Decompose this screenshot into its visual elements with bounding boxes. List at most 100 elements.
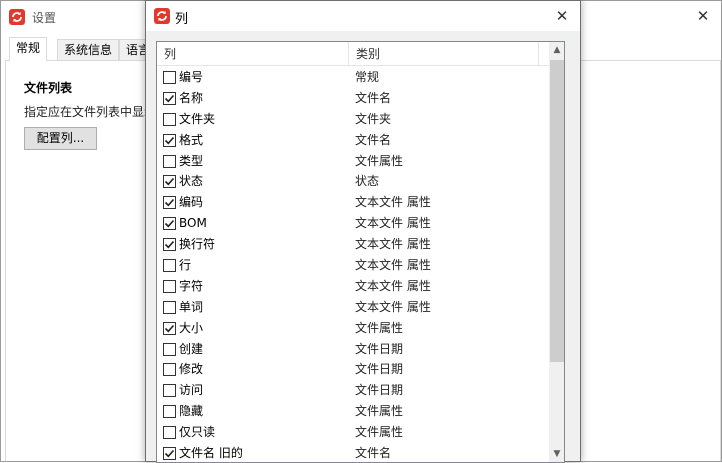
list-item[interactable]: 文件夹 文件夹 [157,109,549,130]
column-category: 文件名 [355,90,392,105]
list-item[interactable]: 大小 文件属性 [157,318,549,339]
column-checkbox-checked[interactable] [163,321,176,335]
column-checkbox-checked[interactable] [163,91,176,105]
columns-list-rows: 编号 常规 名称 文件名 文件夹 文件夹 格式 文件名 类型 文件属性 状态 状… [157,67,549,462]
column-category: 文件夹 [355,111,392,126]
column-name: 编号 [179,70,204,84]
list-item[interactable]: 隐藏 文件属性 [157,401,549,422]
column-checkbox[interactable] [163,71,176,84]
column-name: 类型 [179,153,204,168]
list-item[interactable]: 行 文本文件 属性 [157,255,549,276]
list-item[interactable]: 修改 文件日期 [157,359,549,380]
list-item[interactable]: 名称 文件名 [157,88,549,109]
column-name: 仅只读 [179,425,216,440]
list-item[interactable]: 文件名 旧的 文件名 [157,443,549,462]
column-name: 大小 [179,320,204,335]
check-icon [164,94,175,103]
column-name: 状态 [179,174,204,189]
check-icon [164,199,175,207]
list-item[interactable]: 编码 文本文件 属性 [157,192,549,213]
check-icon [164,324,175,333]
column-category: 常规 [355,70,380,84]
configure-columns-button[interactable]: 配置列... [24,127,97,150]
column-category: 文件日期 [355,362,404,377]
file-list-section-description: 指定应在文件列表中显示 [24,105,148,119]
column-checkbox-checked[interactable] [163,175,176,189]
dialog-title: 列 [175,12,189,27]
column-checkbox-checked[interactable] [163,217,176,231]
column-category: 状态 [355,174,380,189]
column-checkbox[interactable] [163,112,176,126]
list-item[interactable]: 访问 文件日期 [157,380,549,401]
columns-list-header: 列 类别 [157,42,549,66]
column-checkbox-checked[interactable] [163,133,176,147]
column-name: BOM [179,216,207,231]
column-checkbox[interactable] [163,426,176,440]
column-category: 文件名 [355,446,392,461]
column-name: 文件名 旧的 [179,446,243,461]
app-logo-icon [9,9,25,25]
column-name: 编码 [179,195,204,210]
column-checkbox[interactable] [163,342,176,356]
list-item[interactable]: 仅只读 文件属性 [157,422,549,443]
column-category: 文本文件 属性 [355,195,431,210]
check-icon [164,136,175,145]
column-name: 修改 [179,362,204,377]
column-name: 字符 [179,278,204,293]
column-checkbox-checked[interactable] [163,447,176,461]
column-category: 文件日期 [355,383,404,398]
settings-window-title: 设置 [32,11,57,25]
column-checkbox-checked[interactable] [163,196,176,210]
tab-system-info[interactable]: 系统信息 [57,39,120,61]
list-item[interactable]: 创建 文件日期 [157,339,549,360]
column-checkbox[interactable] [163,363,176,377]
column-checkbox[interactable] [163,154,176,168]
chevron-up-icon[interactable]: ▲ [549,42,564,59]
check-icon [164,449,175,458]
check-icon [164,241,175,249]
column-category: 文件属性 [355,404,404,419]
column-checkbox-checked[interactable] [163,238,176,252]
column-name: 名称 [179,90,204,105]
column-category: 文件名 [355,132,392,147]
column-name: 单词 [179,299,204,314]
list-item[interactable]: BOM 文本文件 属性 [157,213,549,234]
scrollbar-thumb[interactable] [550,60,564,362]
column-category: 文本文件 属性 [355,216,431,231]
column-name: 行 [179,258,192,273]
check-icon [164,178,175,186]
file-list-section-title: 文件列表 [24,81,73,95]
column-category: 文本文件 属性 [355,237,431,252]
column-name: 访问 [179,383,204,398]
columns-dialog: 列 ✕ 列 类别 编号 常规 名称 文件名 文件夹 文件夹 格式 文件名 类型 … [145,0,581,463]
dialog-close-icon[interactable]: ✕ [550,5,574,27]
column-checkbox[interactable] [163,259,176,273]
column-category: 文件属性 [355,425,404,440]
check-icon [164,220,175,228]
column-category: 文本文件 属性 [355,299,431,314]
column-name: 文件夹 [179,111,216,126]
column-category: 文件属性 [355,153,404,168]
column-checkbox[interactable] [163,300,176,314]
settings-close-icon[interactable]: ✕ [691,5,715,27]
list-item[interactable]: 字符 文本文件 属性 [157,276,549,297]
list-item[interactable]: 类型 文件属性 [157,151,549,172]
list-item[interactable]: 状态 状态 [157,171,549,192]
column-category: 文本文件 属性 [355,278,431,293]
column-header-name[interactable]: 列 [157,42,349,66]
list-item[interactable]: 单词 文本文件 属性 [157,297,549,318]
dialog-titlebar: 列 ✕ [146,1,580,31]
column-checkbox[interactable] [163,405,176,419]
vertical-scrollbar[interactable]: ▲ ▼ [549,42,564,462]
list-item[interactable]: 换行符 文本文件 属性 [157,234,549,255]
list-item[interactable]: 格式 文件名 [157,130,549,151]
tab-general[interactable]: 常规 [9,37,48,62]
column-category: 文件属性 [355,320,404,335]
column-category: 文本文件 属性 [355,258,431,273]
list-item[interactable]: 编号 常规 [157,67,549,88]
column-checkbox[interactable] [163,279,176,293]
column-header-category[interactable]: 类别 [349,42,539,66]
column-checkbox[interactable] [163,384,176,398]
columns-list: 列 类别 编号 常规 名称 文件名 文件夹 文件夹 格式 文件名 类型 文件属性… [156,41,565,463]
chevron-down-icon[interactable]: ▼ [549,446,564,462]
